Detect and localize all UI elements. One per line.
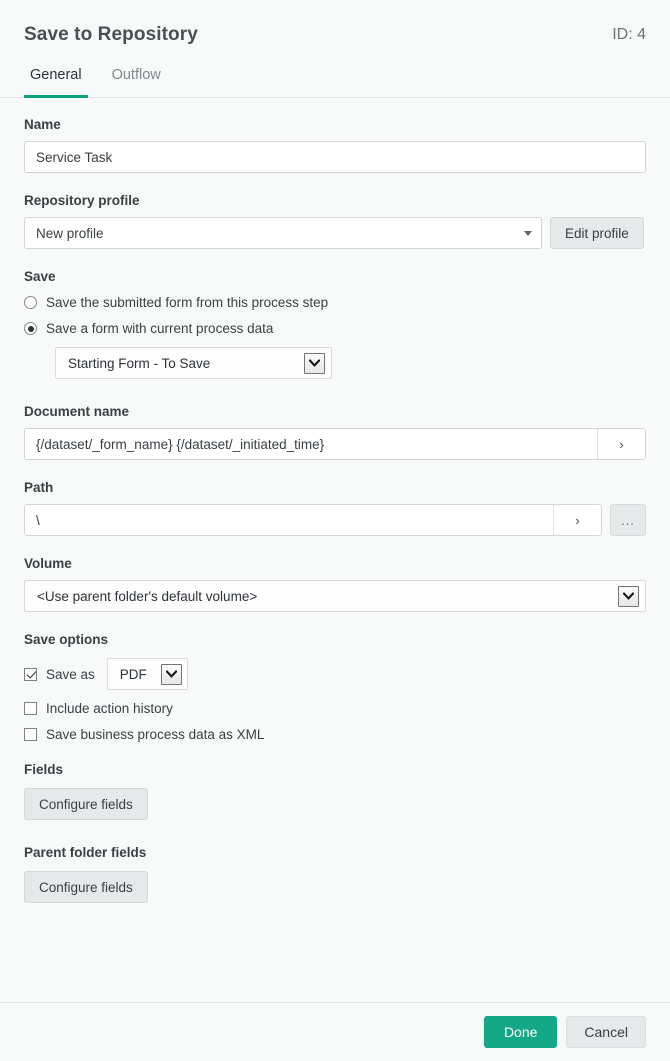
edit-profile-button[interactable]: Edit profile [550, 217, 644, 249]
save-options-group: Save options Save as PDF Include action … [24, 631, 646, 742]
form-select-wrapper: Starting Form - To Save [55, 347, 646, 379]
chevron-down-icon [524, 231, 532, 236]
form-select[interactable]: Starting Form - To Save [55, 347, 332, 379]
save-bp-data-xml-checkbox[interactable] [24, 728, 37, 741]
page-title: Save to Repository [24, 22, 198, 48]
include-action-history-label: Include action history [46, 701, 173, 716]
repository-profile-label: Repository profile [24, 192, 646, 210]
dialog-body: Name Repository profile New profile Edit… [0, 98, 670, 1002]
dialog-header: Save to Repository ID: 4 [0, 0, 670, 48]
save-options-label: Save options [24, 631, 646, 649]
document-name-expression-button[interactable]: › [597, 429, 645, 459]
path-input[interactable] [25, 505, 553, 535]
fields-group: Fields Configure fields [24, 761, 646, 820]
form-select-value: Starting Form - To Save [68, 356, 210, 371]
document-name-input-wrap: › [24, 428, 646, 460]
volume-group: Volume <Use parent folder's default volu… [24, 555, 646, 612]
cancel-button[interactable]: Cancel [566, 1016, 646, 1048]
name-label: Name [24, 116, 646, 134]
path-row: › ... [24, 504, 646, 536]
tab-general[interactable]: General [24, 64, 88, 98]
path-group: Path › ... [24, 479, 646, 536]
save-group: Save Save the submitted form from this p… [24, 268, 646, 379]
include-action-history-checkbox[interactable] [24, 702, 37, 715]
repository-profile-row: New profile Edit profile [24, 217, 646, 249]
dialog-id-label: ID: 4 [612, 22, 646, 48]
name-field-group: Name [24, 116, 646, 173]
radio-save-current-process-data[interactable]: Save a form with current process data [24, 321, 646, 336]
document-name-input[interactable] [25, 429, 597, 459]
radio-save-submitted-form-label: Save the submitted form from this proces… [46, 295, 328, 310]
volume-select[interactable]: <Use parent folder's default volume> [24, 580, 646, 612]
document-name-label: Document name [24, 403, 646, 421]
volume-select-value: <Use parent folder's default volume> [37, 589, 257, 604]
document-name-row: › [24, 428, 646, 460]
save-as-format-value: PDF [120, 667, 147, 682]
repository-profile-combo[interactable]: New profile [24, 217, 542, 249]
chevron-down-icon [161, 664, 182, 685]
document-name-group: Document name › [24, 403, 646, 460]
parent-folder-fields-group: Parent folder fields Configure fields [24, 844, 646, 903]
radio-save-current-process-data-label: Save a form with current process data [46, 321, 273, 336]
save-bp-data-xml-option[interactable]: Save business process data as XML [24, 727, 646, 742]
save-to-repository-dialog: Save to Repository ID: 4 General Outflow… [0, 0, 670, 1061]
tab-outflow[interactable]: Outflow [106, 64, 167, 98]
repository-profile-group: Repository profile New profile Edit prof… [24, 192, 646, 249]
radio-icon-unchecked [24, 296, 37, 309]
radio-icon-checked [24, 322, 37, 335]
name-input[interactable] [24, 141, 646, 173]
chevron-down-icon [618, 586, 639, 607]
path-expression-button[interactable]: › [553, 505, 601, 535]
path-input-wrap: › [24, 504, 602, 536]
done-button[interactable]: Done [484, 1016, 557, 1048]
save-as-checkbox[interactable] [24, 668, 37, 681]
save-bp-data-xml-label: Save business process data as XML [46, 727, 264, 742]
volume-label: Volume [24, 555, 646, 573]
parent-folder-fields-label: Parent folder fields [24, 844, 646, 862]
save-as-format-select[interactable]: PDF [107, 658, 188, 690]
radio-save-submitted-form[interactable]: Save the submitted form from this proces… [24, 295, 646, 310]
dialog-footer: Done Cancel [0, 1002, 670, 1061]
repository-profile-value: New profile [36, 226, 104, 241]
configure-parent-folder-fields-button[interactable]: Configure fields [24, 871, 148, 903]
save-group-label: Save [24, 268, 646, 286]
tab-bar: General Outflow [0, 48, 670, 98]
path-label: Path [24, 479, 646, 497]
fields-label: Fields [24, 761, 646, 779]
include-action-history-option[interactable]: Include action history [24, 701, 646, 716]
configure-fields-button[interactable]: Configure fields [24, 788, 148, 820]
save-as-row: Save as PDF [24, 658, 646, 690]
path-browse-button[interactable]: ... [610, 504, 646, 536]
chevron-down-icon [304, 353, 325, 374]
save-as-label: Save as [46, 667, 95, 682]
